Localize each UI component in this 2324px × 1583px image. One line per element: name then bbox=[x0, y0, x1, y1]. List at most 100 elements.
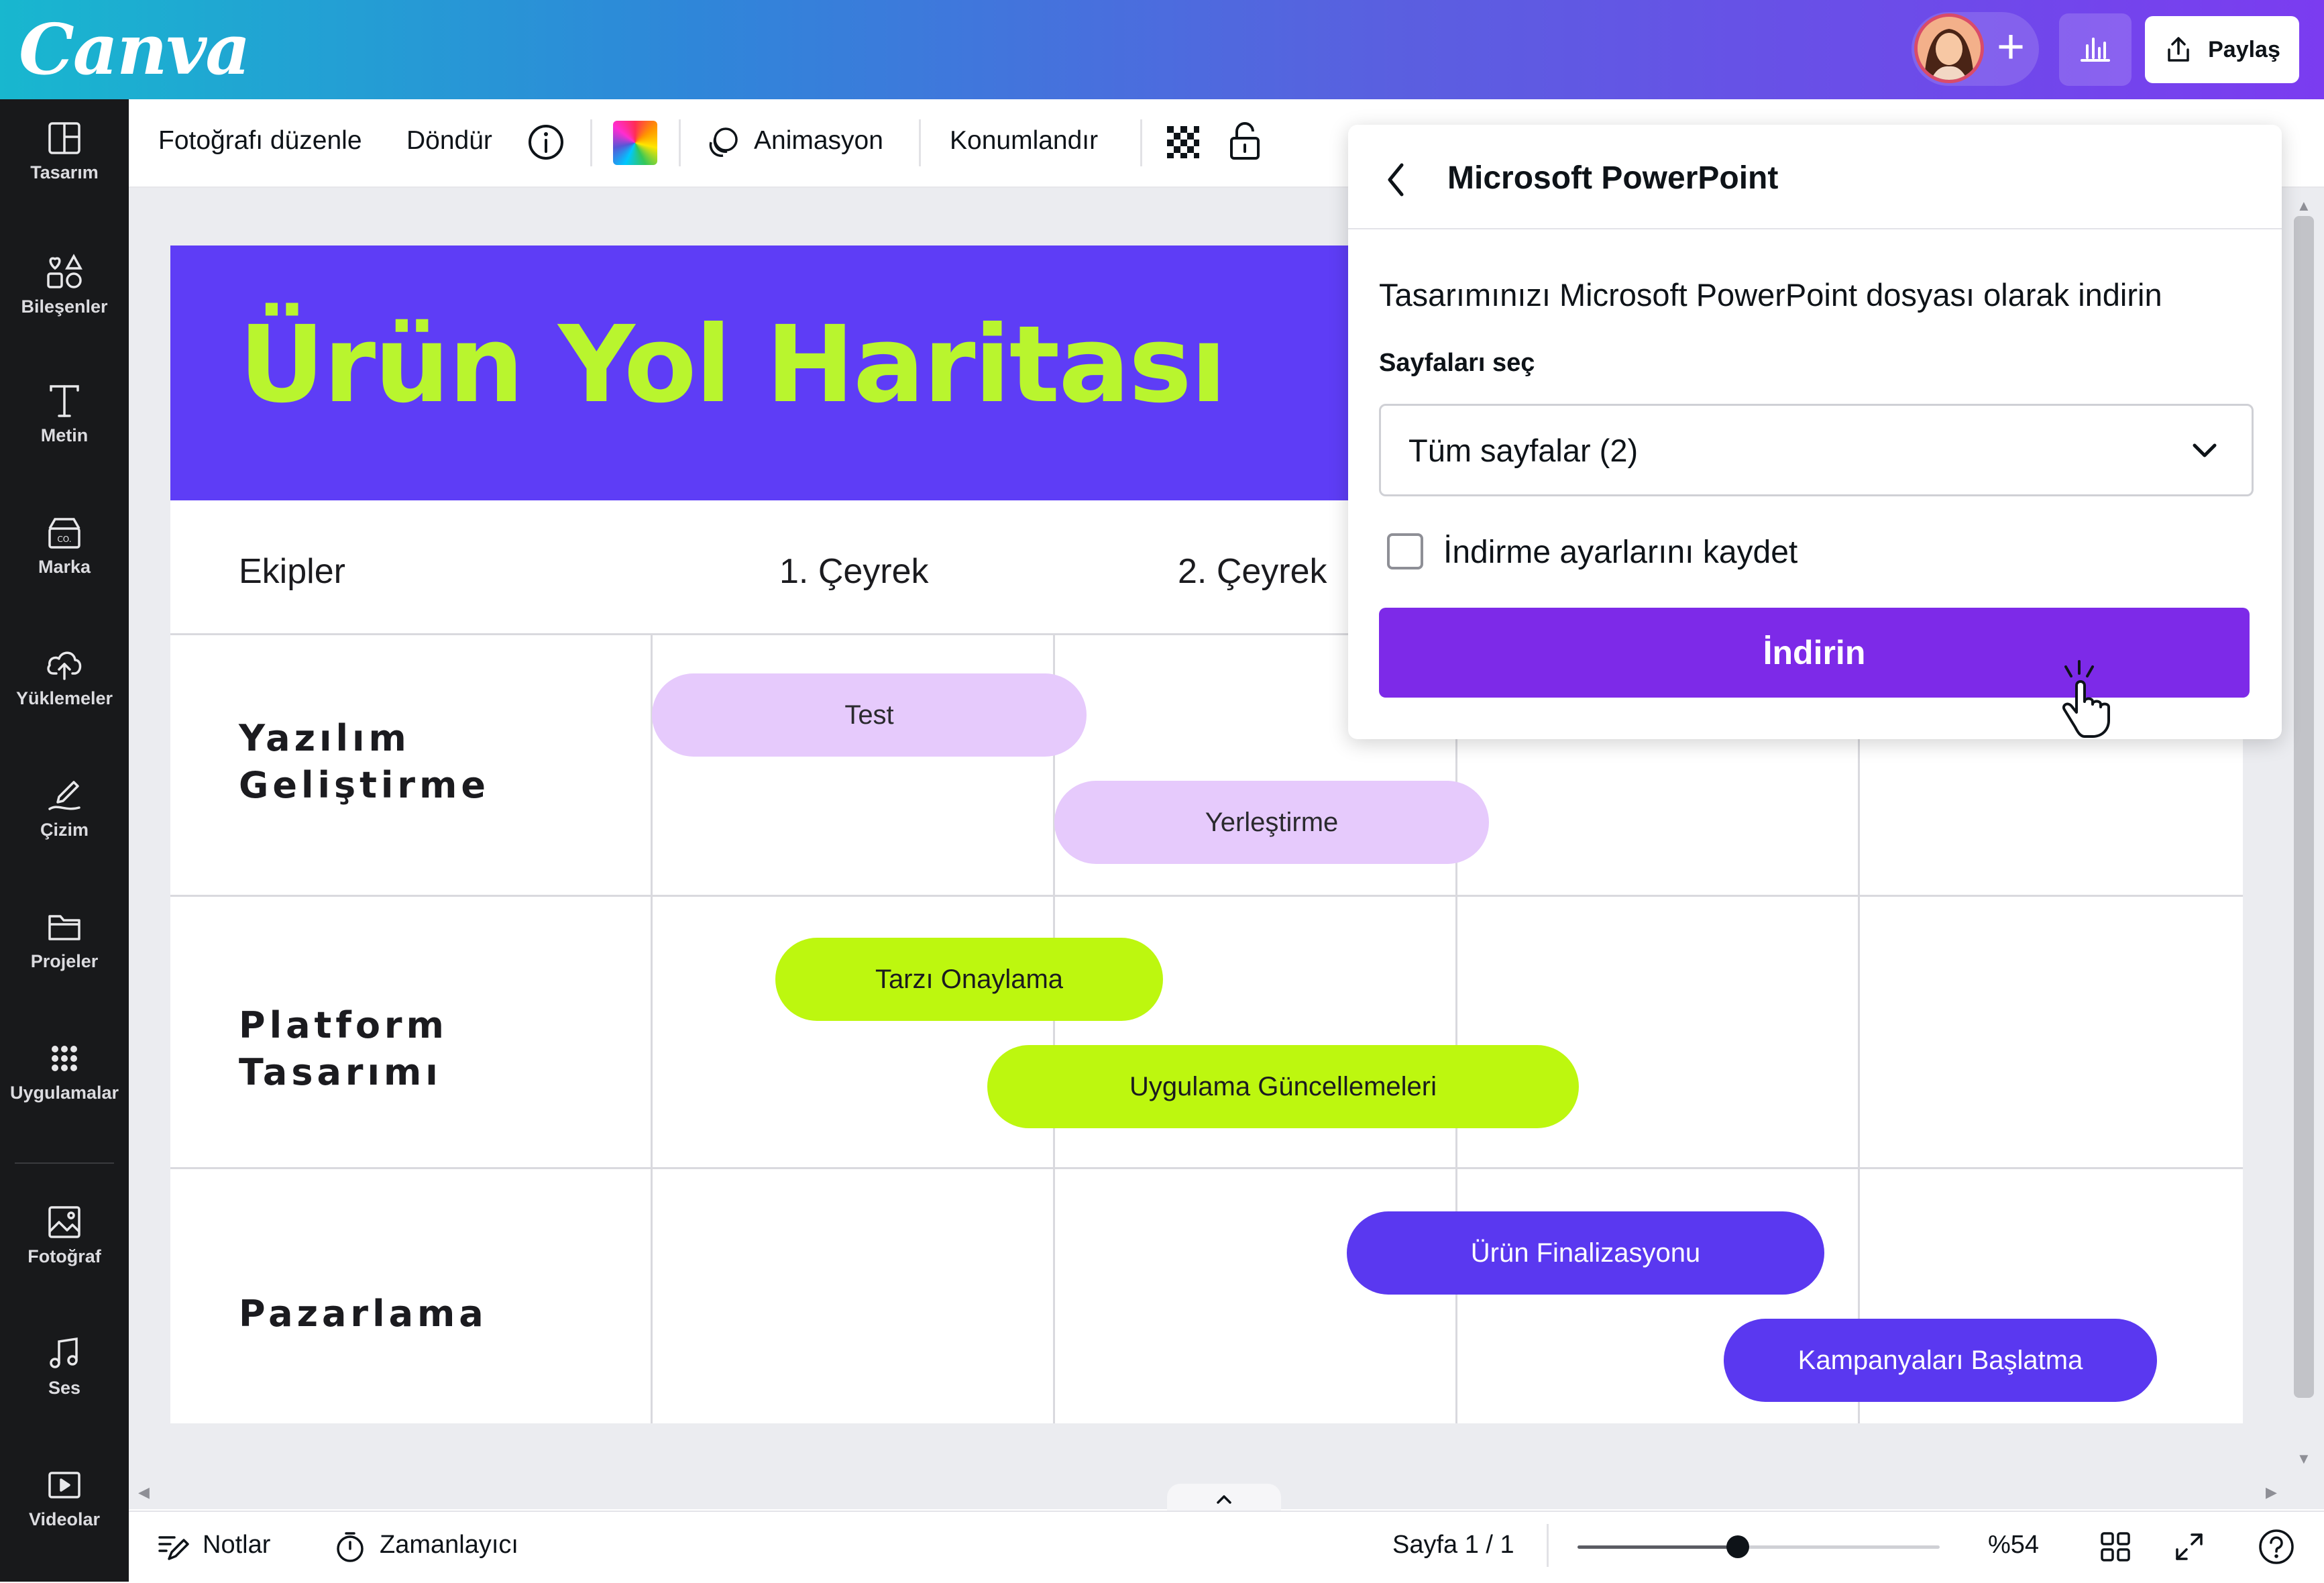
insights-button[interactable] bbox=[2059, 13, 2132, 86]
grid-view-icon[interactable] bbox=[2098, 1529, 2133, 1564]
column-header-q2: 2. Çeyrek bbox=[1178, 552, 1327, 591]
apps-grid-icon bbox=[52, 1046, 77, 1071]
column-header-q1: 1. Çeyrek bbox=[779, 552, 929, 591]
fullscreen-icon[interactable] bbox=[2172, 1529, 2207, 1564]
user-avatar[interactable] bbox=[1914, 13, 1984, 83]
sidebar-item-brand[interactable]: CO. Marka bbox=[0, 494, 129, 608]
sidebar-item-videos[interactable]: Videolar bbox=[0, 1446, 129, 1560]
page-indicator[interactable]: Sayfa 1 / 1 bbox=[1392, 1531, 1514, 1560]
save-settings-label[interactable]: İndirme ayarlarını kaydet bbox=[1443, 534, 1797, 571]
sidebar-item-label: Projeler bbox=[30, 951, 99, 971]
notes-button[interactable]: Notlar bbox=[203, 1531, 270, 1560]
info-icon[interactable] bbox=[527, 123, 565, 161]
share-upload-icon bbox=[2168, 37, 2189, 62]
avatar-image bbox=[1918, 17, 1981, 80]
team-label-platform: Platform Tasarımı bbox=[239, 1002, 448, 1096]
panel-title: Microsoft PowerPoint bbox=[1447, 160, 1779, 196]
scroll-right-arrow-icon[interactable]: ▶ bbox=[2266, 1484, 2277, 1501]
task-pill[interactable]: Ürün Finalizasyonu bbox=[1347, 1211, 1824, 1295]
svg-text:CO.: CO. bbox=[57, 535, 71, 544]
share-label: Paylaş bbox=[2208, 36, 2280, 62]
sidebar-item-photos[interactable]: Fotoğraf bbox=[0, 1183, 129, 1297]
team-name-line: Pazarlama bbox=[239, 1293, 488, 1335]
animation-icon bbox=[704, 123, 742, 161]
scroll-down-arrow-icon[interactable]: ▼ bbox=[2297, 1450, 2311, 1468]
shapes-icon bbox=[47, 254, 82, 288]
sidebar-item-label: Videolar bbox=[28, 1509, 101, 1529]
timer-icon bbox=[333, 1529, 368, 1564]
music-icon bbox=[50, 1337, 78, 1368]
task-pill[interactable]: Yerleştirme bbox=[1054, 781, 1489, 864]
toolbar-divider bbox=[1140, 119, 1142, 166]
chevron-up-icon bbox=[1217, 1495, 1231, 1504]
column-header-teams: Ekipler bbox=[239, 552, 345, 591]
toolbar-divider bbox=[590, 119, 592, 166]
canva-logo[interactable]: Canva bbox=[19, 8, 251, 91]
photo-icon bbox=[48, 1206, 80, 1238]
rotate-button[interactable]: Döndür bbox=[406, 126, 492, 156]
lock-icon[interactable] bbox=[1226, 121, 1264, 161]
team-name-line: Platform bbox=[239, 1004, 448, 1046]
expand-pages-handle[interactable] bbox=[1167, 1484, 1281, 1511]
sidebar-item-label: Bileşenler bbox=[21, 296, 108, 317]
back-chevron-icon[interactable] bbox=[1380, 160, 1414, 200]
select-pages-label: Sayfaları seç bbox=[1379, 349, 1535, 377]
sidebar-item-design[interactable]: Tasarım bbox=[0, 99, 129, 213]
help-icon[interactable] bbox=[2258, 1528, 2295, 1566]
task-pill[interactable]: Tarzı Onaylama bbox=[775, 938, 1163, 1021]
brand-icon: CO. bbox=[48, 518, 80, 549]
position-button[interactable]: Konumlandır bbox=[950, 126, 1098, 156]
team-label-marketing: Pazarlama bbox=[239, 1291, 488, 1338]
design-title[interactable]: Ürün Yol Haritası bbox=[239, 303, 1227, 427]
sidebar-item-label: Marka bbox=[38, 557, 91, 577]
toolbar-divider bbox=[679, 119, 681, 166]
upload-cloud-icon bbox=[47, 651, 82, 680]
sidebar-item-draw[interactable]: Çizim bbox=[0, 757, 129, 871]
hand-pointer-cursor-icon bbox=[2052, 660, 2126, 741]
sidebar-item-label: Yüklemeler bbox=[15, 688, 113, 708]
sidebar-item-apps[interactable]: Uygulamalar bbox=[0, 1020, 129, 1134]
task-pill[interactable]: Kampanyaları Başlatma bbox=[1724, 1319, 2157, 1402]
sidebar-item-label: Fotoğraf bbox=[27, 1246, 101, 1266]
sidebar-item-uploads[interactable]: Yüklemeler bbox=[0, 625, 129, 739]
team-name-line: Geliştirme bbox=[239, 764, 490, 806]
task-pill[interactable]: Uygulama Güncellemeleri bbox=[987, 1045, 1579, 1128]
save-settings-checkbox[interactable] bbox=[1387, 533, 1423, 569]
transparency-icon[interactable] bbox=[1164, 123, 1202, 161]
sidebar-item-label: Metin bbox=[40, 425, 89, 445]
select-pages-value: Tüm sayfalar (2) bbox=[1408, 433, 1639, 468]
sidebar-item-audio[interactable]: Ses bbox=[0, 1315, 129, 1429]
zoom-slider-handle[interactable] bbox=[1726, 1535, 1750, 1558]
sidebar-item-text[interactable]: Metin bbox=[0, 362, 129, 476]
chevron-down-icon bbox=[2188, 436, 2221, 467]
pen-icon bbox=[48, 781, 80, 810]
add-collaborator-icon[interactable]: + bbox=[1985, 20, 2036, 74]
grid-line bbox=[170, 1167, 2243, 1169]
scroll-up-arrow-icon[interactable]: ▲ bbox=[2297, 197, 2311, 215]
timer-button[interactable]: Zamanlayıcı bbox=[380, 1531, 518, 1560]
text-icon bbox=[50, 385, 79, 417]
grid-line bbox=[651, 635, 653, 1423]
bar-chart-icon bbox=[2081, 38, 2110, 62]
panel-description: Tasarımınızı Microsoft PowerPoint dosyas… bbox=[1379, 277, 2162, 313]
sidebar-item-label: Tasarım bbox=[30, 162, 99, 182]
zoom-slider-fill bbox=[1578, 1545, 1738, 1549]
animate-button[interactable]: Animasyon bbox=[754, 126, 883, 156]
team-name-line: Tasarımı bbox=[239, 1051, 442, 1093]
vertical-scroll-thumb[interactable] bbox=[2294, 216, 2314, 1398]
share-button[interactable]: Paylaş bbox=[2145, 16, 2299, 83]
panel-divider bbox=[1348, 228, 2282, 229]
grid-line bbox=[1455, 635, 1457, 1423]
sidebar-item-elements[interactable]: Bileşenler bbox=[0, 231, 129, 345]
edit-photo-button[interactable]: Fotoğrafı düzenle bbox=[158, 126, 362, 156]
toolbar-divider bbox=[919, 119, 921, 166]
video-icon bbox=[48, 1472, 80, 1498]
scroll-left-arrow-icon[interactable]: ◀ bbox=[138, 1484, 150, 1501]
grid-line bbox=[1858, 635, 1860, 1423]
color-picker-swatch[interactable] bbox=[613, 121, 657, 165]
sidebar-item-projects[interactable]: Projeler bbox=[0, 888, 129, 1002]
layout-icon bbox=[48, 122, 80, 154]
sidebar-item-label: Çizim bbox=[40, 820, 89, 840]
zoom-percentage[interactable]: %54 bbox=[1988, 1531, 2039, 1560]
task-pill[interactable]: Test bbox=[652, 673, 1087, 757]
